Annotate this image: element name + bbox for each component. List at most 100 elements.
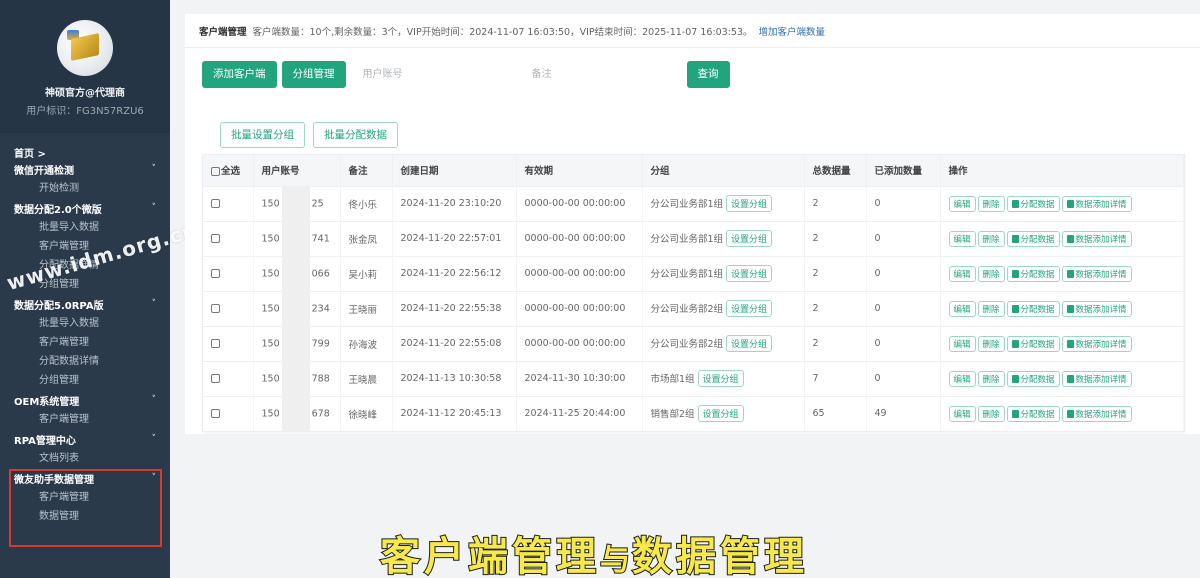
sidebar-group[interactable]: 数据分配2.0个微版 ˅ <box>0 198 170 218</box>
copy-icon <box>1011 269 1019 278</box>
delete-button[interactable]: 删除 <box>977 335 1005 352</box>
row-select-cell <box>203 360 254 396</box>
copy-icon <box>1011 234 1019 243</box>
total-cell: 2 <box>804 325 867 361</box>
caption-part2: 与 <box>599 542 632 578</box>
delete-button[interactable]: 删除 <box>977 230 1005 247</box>
sidebar-item[interactable]: 分组管理 <box>0 371 170 390</box>
chevron-down-icon[interactable]: ˅ <box>152 299 157 309</box>
row-checkbox[interactable] <box>211 374 220 383</box>
assign-data-button[interactable]: 分配数据 <box>1006 335 1060 352</box>
edit-button[interactable]: 编辑 <box>948 230 976 247</box>
remark-cell: 王晓晨 <box>340 360 393 396</box>
sidebar-item[interactable]: 开始检测 <box>0 179 170 198</box>
sidebar-group[interactable]: OEM系统管理 ˅ <box>0 390 170 410</box>
delete-button[interactable]: 删除 <box>977 195 1005 212</box>
add-client-quota-link[interactable]: 增加客户端数量 <box>759 27 826 38</box>
sidebar-item[interactable]: 客户端管理 <box>0 410 170 429</box>
row-checkbox[interactable] <box>211 409 220 419</box>
remark-cell: 徐晓峰 <box>340 395 393 431</box>
set-group-button[interactable]: 设置分组 <box>726 195 773 212</box>
table-header-row: 全选 用户账号 备注 创建日期 有效期 分组 总数据量 已添加数量 操作 <box>203 155 1184 186</box>
row-checkbox[interactable] <box>211 269 220 278</box>
account-prefix: 150 <box>261 408 280 420</box>
sidebar-group[interactable]: 数据分配5.0RPA版 ˅ <box>0 294 170 314</box>
edit-button[interactable]: 编辑 <box>948 300 976 317</box>
set-group-button[interactable]: 设置分组 <box>726 230 773 247</box>
sidebar-group[interactable]: RPA管理中心 ˅ <box>0 429 170 449</box>
account-cell: 150 066 <box>253 255 341 291</box>
sidebar-item[interactable]: 文档列表 <box>0 449 170 468</box>
row-checkbox[interactable] <box>211 234 220 243</box>
valid-cell: 0000-00-00 00:00:00 <box>516 220 643 256</box>
edit-button[interactable]: 编辑 <box>948 335 976 352</box>
table-row: 150 25 佟小乐 2024-11-20 23:10:20 0000-00-00… <box>203 185 1184 221</box>
valid-cell: 0000-00-00 00:00:00 <box>516 325 643 361</box>
col-select-all[interactable]: 全选 <box>203 155 254 186</box>
account-search-input[interactable]: 用户账号 <box>350 61 515 88</box>
col-group: 分组 <box>642 155 805 186</box>
sidebar-item-home[interactable]: 首页 > <box>0 141 170 160</box>
remark-search-input[interactable]: 备注 <box>519 61 678 88</box>
group-manage-button[interactable]: 分组管理 <box>281 61 346 88</box>
set-group-button[interactable]: 设置分组 <box>726 265 773 282</box>
chevron-down-icon[interactable]: ˅ <box>152 203 157 213</box>
query-button[interactable]: 查询 <box>686 61 730 88</box>
edit-button[interactable]: 编辑 <box>948 195 976 212</box>
data-add-detail-button[interactable]: 数据添加详情 <box>1061 405 1132 422</box>
assign-data-button[interactable]: 分配数据 <box>1006 265 1060 282</box>
account-prefix: 150 <box>261 338 280 349</box>
data-add-detail-button[interactable]: 数据添加详情 <box>1061 230 1132 247</box>
row-checkbox[interactable] <box>211 339 220 348</box>
client-info: 客户端数量：10个,剩余数量：3个，VIP开始时间：2024-11-07 16:… <box>252 27 753 38</box>
col-total: 总数据量 <box>804 155 867 186</box>
account-suffix: 066 <box>311 268 330 279</box>
account-redaction <box>281 326 310 361</box>
delete-button[interactable]: 删除 <box>977 265 1005 282</box>
sidebar-item[interactable]: 客户端管理 <box>0 333 170 352</box>
data-add-detail-button[interactable]: 数据添加详情 <box>1061 195 1132 212</box>
chevron-down-icon[interactable]: ˅ <box>152 164 157 174</box>
remark-cell: 佟小乐 <box>340 185 393 221</box>
batch-assign-data-button[interactable]: 批量分配数据 <box>313 122 398 148</box>
group-name: 分公司业务部1组 <box>650 199 724 210</box>
set-group-button[interactable]: 设置分组 <box>726 335 773 352</box>
chevron-down-icon[interactable]: ˅ <box>152 434 157 444</box>
avatar[interactable] <box>57 20 113 76</box>
sidebar-group-label: 微信开通检测 <box>14 165 74 177</box>
row-checkbox[interactable] <box>211 199 220 208</box>
data-add-detail-button[interactable]: 数据添加详情 <box>1061 370 1132 387</box>
edit-button[interactable]: 编辑 <box>948 265 976 282</box>
data-add-detail-button[interactable]: 数据添加详情 <box>1061 265 1132 282</box>
group-cell: 分公司业务部1组 设置分组 <box>642 220 805 256</box>
set-group-button[interactable]: 设置分组 <box>726 300 773 317</box>
set-group-button[interactable]: 设置分组 <box>697 370 744 387</box>
caption-part3: 数据管理 <box>631 533 808 578</box>
sidebar-item[interactable]: 批量导入数据 <box>0 314 170 333</box>
assign-data-button[interactable]: 分配数据 <box>1006 370 1060 387</box>
row-select-cell <box>203 395 254 431</box>
batch-set-group-button[interactable]: 批量设置分组 <box>220 122 305 148</box>
added-cell: 49 <box>866 395 941 431</box>
row-checkbox[interactable] <box>211 304 220 313</box>
account-redaction <box>281 256 310 291</box>
account-prefix: 150 <box>261 198 280 209</box>
sidebar-item[interactable]: 分配数据详情 <box>0 352 170 371</box>
assign-data-button[interactable]: 分配数据 <box>1006 300 1060 317</box>
assign-data-button[interactable]: 分配数据 <box>1006 405 1060 422</box>
delete-button[interactable]: 删除 <box>977 370 1005 387</box>
select-all-checkbox[interactable] <box>211 167 220 177</box>
delete-button[interactable]: 删除 <box>977 300 1005 317</box>
edit-button[interactable]: 编辑 <box>948 405 976 422</box>
data-add-detail-button[interactable]: 数据添加详情 <box>1061 300 1132 317</box>
edit-button[interactable]: 编辑 <box>948 370 976 387</box>
set-group-button[interactable]: 设置分组 <box>697 405 744 423</box>
chevron-down-icon[interactable]: ˅ <box>152 395 157 405</box>
main-panel: 客户端管理 客户端数量：10个,剩余数量：3个，VIP开始时间：2024-11-0… <box>185 14 1200 434</box>
add-client-button[interactable]: 添加客户端 <box>202 61 277 88</box>
sidebar-group[interactable]: 微信开通检测 ˅ <box>0 159 170 179</box>
assign-data-button[interactable]: 分配数据 <box>1006 230 1060 247</box>
delete-button[interactable]: 删除 <box>977 405 1005 422</box>
data-add-detail-button[interactable]: 数据添加详情 <box>1061 335 1132 352</box>
assign-data-button[interactable]: 分配数据 <box>1006 195 1060 212</box>
